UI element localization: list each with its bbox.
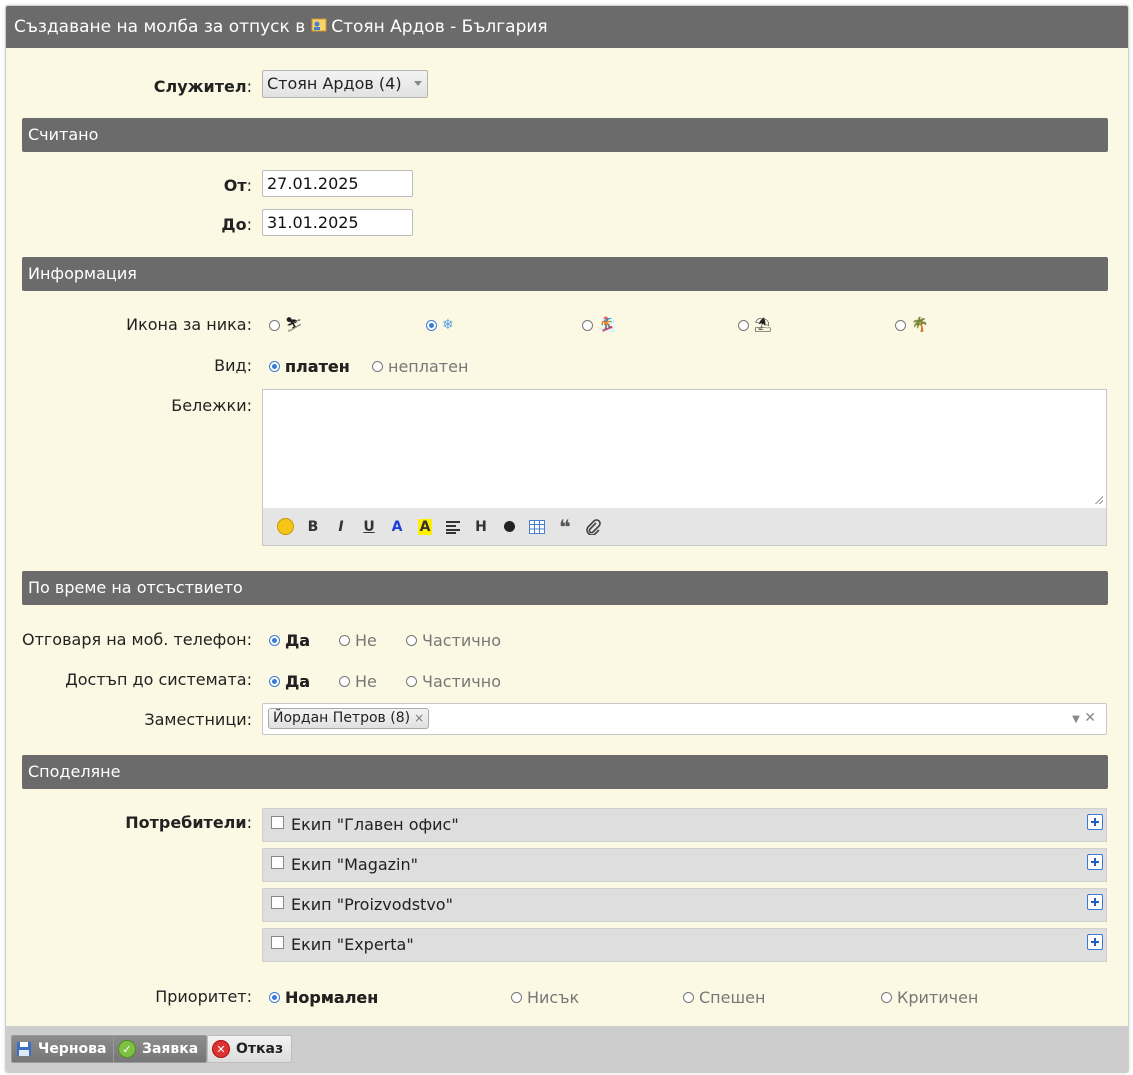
deputy-chip: Йордан Петров (8) ×	[268, 708, 430, 729]
type-paid-radio[interactable]: платен	[269, 357, 350, 376]
resize-grip-icon[interactable]	[1095, 496, 1103, 504]
team-checkbox[interactable]	[271, 816, 284, 829]
clear-icon[interactable]: ✕	[1084, 710, 1096, 726]
smiley-icon[interactable]	[271, 515, 299, 539]
dialog-title-user: Стоян Ардов - България	[331, 17, 548, 37]
cancel-button[interactable]: ✕ Отказ	[207, 1035, 293, 1063]
heading-icon[interactable]: H	[467, 515, 495, 539]
notes-editor: B I U A A H ❝	[262, 389, 1107, 546]
team-checkbox[interactable]	[271, 936, 284, 949]
snowboard-icon: 🏂	[598, 317, 616, 333]
expand-plus-icon[interactable]	[1087, 854, 1103, 870]
system-partial-radio[interactable]: Частично	[406, 672, 501, 691]
team-checkbox[interactable]	[271, 896, 284, 909]
dialog-title: Създаване на молба за отпуск в	[14, 17, 306, 37]
section-counted: Считано	[22, 118, 1108, 152]
text-color-icon[interactable]: A	[383, 515, 411, 539]
table-icon[interactable]	[523, 515, 551, 539]
phone-partial-radio[interactable]: Частично	[406, 631, 501, 650]
multiselect-controls: ▼ ✕	[1072, 710, 1096, 726]
notes-textarea[interactable]	[263, 390, 1106, 507]
priority-low-radio[interactable]: Нисък	[511, 988, 579, 1007]
highlight-icon[interactable]: A	[411, 515, 439, 539]
phone-yes-radio[interactable]: Да	[269, 631, 310, 650]
section-information: Информация	[22, 257, 1108, 291]
ski-icon: ⛷	[285, 317, 303, 333]
type-label: Вид:	[214, 356, 252, 375]
priority-urgent-radio[interactable]: Спешен	[683, 988, 765, 1007]
system-access-label: Достъп до системата:	[65, 670, 252, 689]
priority-label: Приоритет:	[155, 987, 252, 1006]
system-no-radio[interactable]: Не	[339, 672, 377, 691]
section-sharing: Споделяне	[22, 755, 1108, 789]
bullet-icon[interactable]	[495, 515, 523, 539]
remove-chip-icon[interactable]: ×	[414, 709, 424, 728]
phone-no-radio[interactable]: Не	[339, 631, 377, 650]
italic-icon[interactable]: I	[327, 515, 355, 539]
icon-label: Икона за ника:	[126, 315, 252, 334]
employee-label: Служител:	[153, 77, 252, 96]
icon-option-ski[interactable]: ⛷	[269, 317, 303, 333]
to-label: До:	[221, 215, 252, 234]
check-icon: ✓	[118, 1040, 136, 1058]
priority-critical-radio[interactable]: Критичен	[881, 988, 978, 1007]
team-row: Екип "Experta"	[262, 928, 1107, 962]
beach-icon: ⛱	[754, 317, 772, 333]
icon-option-snowboard[interactable]: 🏂	[582, 317, 616, 333]
leave-request-dialog: Създаване на молба за отпуск в Стоян Ард…	[5, 5, 1129, 1073]
snowflake-icon: ❄	[442, 317, 454, 333]
chevron-down-icon[interactable]: ▼	[1072, 714, 1080, 725]
quote-icon[interactable]: ❝	[551, 515, 579, 539]
icon-option-palm[interactable]: 🌴	[895, 317, 929, 333]
close-icon: ✕	[212, 1040, 230, 1058]
notes-label: Бележки:	[171, 396, 252, 415]
expand-plus-icon[interactable]	[1087, 934, 1103, 950]
type-unpaid-radio[interactable]: неплатен	[372, 357, 468, 376]
icon-option-snowflake[interactable]: ❄	[426, 317, 460, 333]
team-checkbox[interactable]	[271, 856, 284, 869]
bold-icon[interactable]: B	[299, 515, 327, 539]
paperclip-icon[interactable]	[579, 515, 607, 539]
deputies-label: Заместници:	[144, 710, 252, 729]
expand-plus-icon[interactable]	[1087, 814, 1103, 830]
editor-toolbar: B I U A A H ❝	[263, 508, 1106, 545]
dialog-footer: Чернова ✓ Заявка ✕ Отказ	[6, 1026, 1128, 1072]
priority-normal-radio[interactable]: Нормален	[269, 988, 378, 1007]
team-row: Екип "Proizvodstvo"	[262, 888, 1107, 922]
expand-plus-icon[interactable]	[1087, 894, 1103, 910]
phone-label: Отговаря на моб. телефон:	[21, 630, 252, 649]
users-label: Потребители:	[125, 813, 252, 832]
icon-option-beach[interactable]: ⛱	[738, 317, 772, 333]
draft-button[interactable]: Чернова	[11, 1035, 116, 1063]
chevron-down-icon	[414, 81, 422, 86]
dialog-title-bar: Създаване на молба за отпуск в Стоян Ард…	[6, 6, 1128, 48]
to-date-input[interactable]: 31.01.2025	[262, 209, 413, 236]
floppy-disk-icon	[17, 1042, 31, 1056]
section-absence: По време на отсъствието	[22, 571, 1108, 605]
underline-icon[interactable]: U	[355, 515, 383, 539]
user-card-icon	[311, 18, 327, 32]
submit-button[interactable]: ✓ Заявка	[113, 1035, 208, 1063]
team-row: Екип "Главен офис"	[262, 808, 1107, 842]
deputies-multiselect[interactable]: Йордан Петров (8) × ▼ ✕	[262, 703, 1107, 735]
system-yes-radio[interactable]: Да	[269, 672, 310, 691]
team-row: Екип "Magazin"	[262, 848, 1107, 882]
from-date-input[interactable]: 27.01.2025	[262, 170, 413, 197]
align-icon[interactable]	[439, 515, 467, 539]
palm-icon: 🌴	[911, 317, 929, 333]
employee-select[interactable]: Стоян Ардов (4)	[262, 70, 428, 98]
from-label: От:	[223, 176, 252, 195]
